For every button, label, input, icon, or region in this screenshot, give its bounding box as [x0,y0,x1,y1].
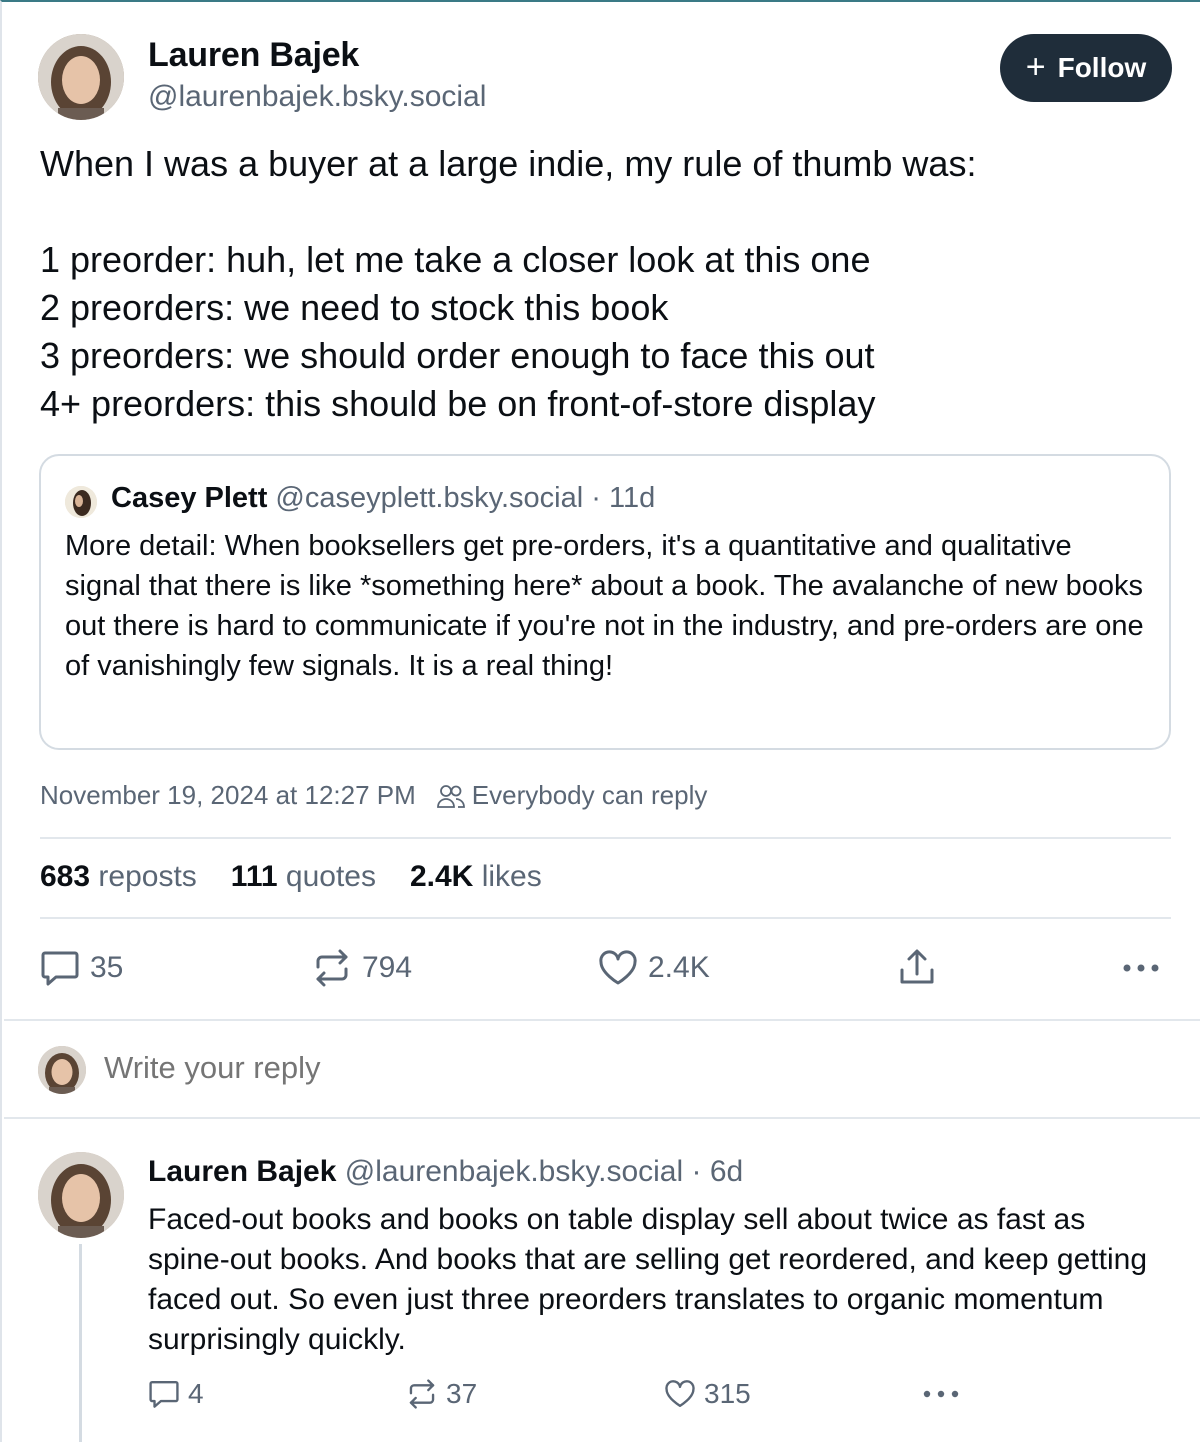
quotes-stat[interactable]: 111 quotes [231,860,376,894]
quote-separator: · [591,482,601,514]
post-text: When I was a buyer at a large indie, my … [40,143,977,424]
thread-line [79,1244,82,1442]
quoted-post[interactable]: Casey Plett @caseyplett.bsky.social · 11… [39,454,1171,750]
speech-bubble-icon [41,951,79,986]
reply-text: Faced-out books and books on table displ… [148,1203,1148,1356]
speech-bubble-icon [149,1380,179,1408]
quote-author-handle: @caseyplett.bsky.social [275,482,584,514]
ellipsis-icon [923,1390,959,1398]
author-avatar[interactable] [38,34,124,120]
reposts-stat[interactable]: 683 reposts [40,860,197,894]
reply-input[interactable] [104,1050,704,1086]
quote-author-avatar [65,486,97,518]
reposts-count: 683 [40,860,91,893]
plus-icon: + [1025,47,1046,86]
reply-reply-count: 4 [188,1378,204,1409]
quotes-count: 111 [230,860,278,893]
more-options-button[interactable] [1122,945,1160,991]
reply-action[interactable]: 35 [40,945,123,991]
people-icon [436,784,465,808]
reply-age: 6d [709,1155,744,1188]
ellipsis-icon [1123,964,1159,972]
post-stats: 683 reposts 111 quotes 2.4K likes [40,860,542,894]
likes-count: 2.4K [409,860,474,893]
quote-text: More detail: When booksellers get pre-or… [65,530,1144,682]
quote-age: 11d [608,482,656,514]
repost-count: 794 [362,951,413,984]
repost-icon [409,1379,435,1409]
likes-label: likes [481,860,542,893]
author-handle[interactable]: @laurenbajek.bsky.social [148,80,486,114]
reply-separator: · [691,1155,702,1188]
divider [4,1019,1200,1021]
reply-like-action[interactable]: 315 [664,1376,751,1412]
divider [4,1117,1200,1119]
divider [40,837,1171,839]
reply-author-handle[interactable]: @laurenbajek.bsky.social [345,1155,683,1188]
reply-reply-action[interactable]: 4 [148,1376,204,1412]
reply-header: Lauren Bajek @laurenbajek.bsky.social · … [148,1155,743,1189]
quote-author-name: Casey Plett [111,482,268,514]
reply-author-avatar[interactable] [38,1152,124,1238]
share-icon [900,949,934,984]
reply-author-name[interactable]: Lauren Bajek [148,1155,336,1188]
like-count: 2.4K [648,951,710,984]
author-name[interactable]: Lauren Bajek [148,36,359,75]
follow-button[interactable]: + Follow [1000,34,1172,102]
likes-stat[interactable]: 2.4K likes [410,860,542,894]
reply-repost-count: 37 [446,1378,478,1409]
quote-header: Casey Plett @caseyplett.bsky.social · 11… [111,482,655,515]
reply-count: 35 [90,951,124,984]
heart-icon [665,1380,695,1408]
divider [40,917,1171,919]
quotes-label: quotes [285,860,376,893]
reply-setting-label: Everybody can reply [471,780,708,810]
share-action[interactable] [898,945,936,991]
heart-icon [599,950,637,985]
post-timestamp: November 19, 2024 at 12:27 PM [40,780,416,810]
reply-setting: Everybody can reply [436,780,708,811]
post-meta: November 19, 2024 at 12:27 PM Everybody … [40,780,707,811]
reposts-label: reposts [98,860,197,893]
reply-like-count: 315 [704,1378,751,1409]
like-action[interactable]: 2.4K [598,945,710,991]
reply-repost-action[interactable]: 37 [406,1376,477,1412]
repost-action[interactable]: 794 [312,945,412,991]
current-user-avatar [38,1046,86,1094]
repost-icon [316,949,348,987]
follow-label: Follow [1057,52,1147,83]
reply-more-options-button[interactable] [922,1376,960,1412]
